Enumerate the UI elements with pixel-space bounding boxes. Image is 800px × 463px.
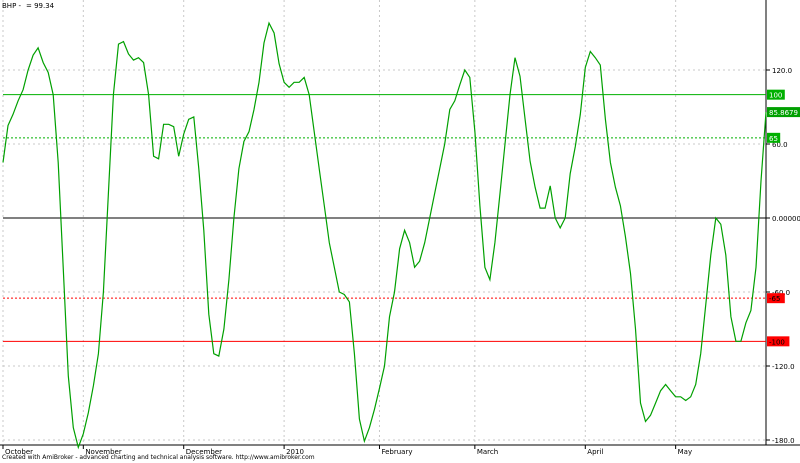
x-tick-label: May xyxy=(678,448,692,456)
x-tick-label: March xyxy=(477,448,498,456)
reference-tag-label: 65 xyxy=(769,135,778,143)
y-tick-label: -180.0 xyxy=(772,437,795,445)
plot-background xyxy=(0,0,800,463)
x-tick-label: April xyxy=(587,448,603,456)
y-tick-label: -120.0 xyxy=(772,363,795,371)
y-tick-label: 120.0 xyxy=(772,67,792,75)
last-value-label: 85.8679 xyxy=(769,109,798,117)
header-symbol: BHP - xyxy=(2,2,22,10)
cci-chart: 120.060.00.00000-60.0-120.0-180.0 Octobe… xyxy=(0,0,800,463)
reference-tag-label: 100 xyxy=(769,92,782,100)
reference-tag-label: -65 xyxy=(769,295,780,303)
y-tick-label: 0.00000 xyxy=(772,215,800,223)
header-value: = 99.34 xyxy=(26,2,55,10)
footer-credit: Created with AmiBroker - advanced charti… xyxy=(2,454,315,461)
x-tick-label: February xyxy=(381,448,412,456)
reference-tag-label: -100 xyxy=(769,338,785,346)
